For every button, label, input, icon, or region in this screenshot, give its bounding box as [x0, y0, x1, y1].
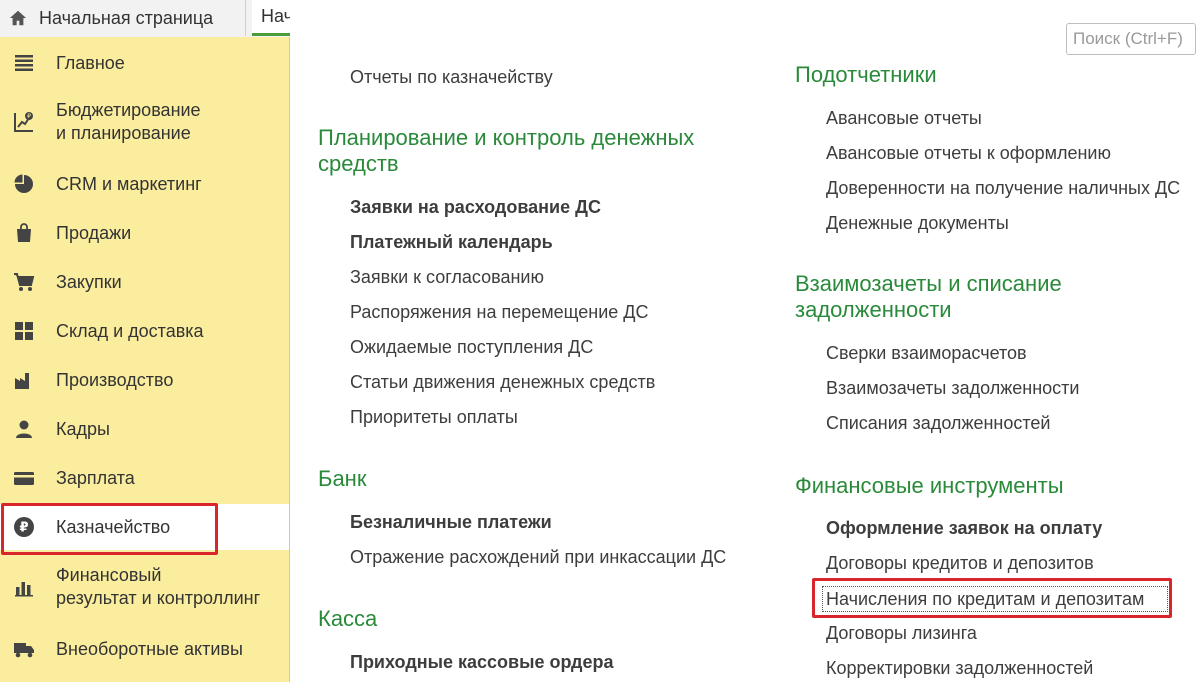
link-planning-item[interactable]: Распоряжения на перемещение ДС: [350, 301, 648, 323]
link-instruments-item-accruals[interactable]: Начисления по кредитам и депозитам: [826, 588, 1144, 610]
link-instruments-item[interactable]: Оформление заявок на оплату: [826, 517, 1102, 539]
link-treasury-reports[interactable]: Отчеты по казначейству: [350, 66, 553, 88]
menu-lines-icon: [13, 52, 35, 74]
tab-current[interactable]: Нач: [252, 0, 290, 36]
link-planning-item[interactable]: Приоритеты оплаты: [350, 406, 518, 428]
sidebar-item-label: Закупки: [56, 271, 122, 292]
sidebar-item-label: Кадры: [56, 418, 110, 439]
sidebar-item-label: CRM и маркетинг: [56, 173, 202, 194]
link-accountable-item[interactable]: Денежные документы: [826, 212, 1009, 234]
sidebar-item-label: Производство: [56, 369, 174, 390]
link-instruments-item[interactable]: Договоры кредитов и депозитов: [826, 552, 1094, 574]
sidebar-item-label: Зарплата: [56, 467, 135, 488]
section-title-bank: Банк: [318, 466, 367, 491]
wallet-card-icon: [13, 467, 35, 489]
link-accountable-item[interactable]: Авансовые отчеты: [826, 107, 982, 129]
sidebar-item-budgeting[interactable]: ₽ Бюджетирование и планирование: [0, 92, 289, 152]
home-icon: [9, 10, 27, 26]
budget-chart-icon: ₽: [13, 111, 35, 133]
search-input[interactable]: [1066, 23, 1196, 55]
link-accountable-item[interactable]: Доверенности на получение наличных ДС: [826, 177, 1180, 199]
tab-home-label: Начальная страница: [39, 7, 214, 28]
link-planning-item[interactable]: Статьи движения денежных средств: [350, 371, 655, 393]
link-cash-item[interactable]: Приходные кассовые ордера: [350, 651, 613, 673]
sidebar-item-label: Склад и доставка: [56, 320, 204, 341]
sidebar-item-crm[interactable]: CRM и маркетинг: [0, 165, 289, 203]
sidebar-item-fixed-assets[interactable]: Внеоборотные активы: [0, 630, 289, 668]
sidebar-item-label: Бюджетирование и планирование: [56, 100, 201, 143]
factory-icon: [13, 369, 35, 391]
shopping-bag-icon: [13, 222, 35, 244]
person-icon: [13, 418, 35, 440]
link-planning-item[interactable]: Заявки к согласованию: [350, 266, 544, 288]
sidebar-item-sales[interactable]: Продажи: [0, 214, 289, 252]
tab-home[interactable]: Начальная страница: [0, 0, 246, 36]
ruble-coin-icon: ₽: [13, 516, 35, 538]
link-bank-item[interactable]: Отражение расхождений при инкассации ДС: [350, 546, 726, 568]
link-instruments-item[interactable]: Корректировки задолженностей: [826, 657, 1093, 679]
svg-text:₽: ₽: [19, 521, 28, 536]
tab-current-label: Нач: [261, 6, 290, 26]
bar-chart-icon: [13, 576, 35, 598]
truck-icon: [13, 638, 35, 660]
sidebar-item-purchases[interactable]: Закупки: [0, 263, 289, 301]
sidebar-item-financial-result[interactable]: Финансовый результат и контроллинг: [0, 557, 289, 617]
sidebar-item-hr[interactable]: Кадры: [0, 410, 289, 448]
link-offsets-item[interactable]: Сверки взаиморасчетов: [826, 342, 1027, 364]
link-offsets-item[interactable]: Списания задолженностей: [826, 412, 1051, 434]
link-bank-item[interactable]: Безналичные платежи: [350, 511, 552, 533]
link-instruments-item[interactable]: Договоры лизинга: [826, 622, 977, 644]
link-planning-item[interactable]: Платежный календарь: [350, 231, 553, 253]
link-accountable-item[interactable]: Авансовые отчеты к оформлению: [826, 142, 1111, 164]
link-offsets-item[interactable]: Взаимозачеты задолженности: [826, 377, 1079, 399]
sidebar-item-production[interactable]: Производство: [0, 361, 289, 399]
warehouse-grid-icon: [13, 320, 35, 342]
svg-text:₽: ₽: [27, 113, 31, 120]
link-planning-item[interactable]: Ожидаемые поступления ДС: [350, 336, 593, 358]
section-title-instruments: Финансовые инструменты: [795, 473, 1064, 498]
sidebar-item-treasury[interactable]: ₽ Казначейство: [0, 504, 289, 550]
section-title-accountable: Подотчетники: [795, 62, 937, 87]
section-title-planning: Планирование и контроль денежных средств: [318, 125, 695, 176]
sidebar-item-label: Продажи: [56, 222, 132, 243]
link-planning-item[interactable]: Заявки на расходование ДС: [350, 196, 601, 218]
sidebar-item-label: Финансовый результат и контроллинг: [56, 565, 261, 608]
sidebar-item-label: Внеоборотные активы: [56, 638, 243, 659]
sidebar: Главное ₽ Бюджетирование и планирование …: [0, 37, 290, 682]
sidebar-item-warehouse[interactable]: Склад и доставка: [0, 312, 289, 350]
tab-bar: Начальная страница Нач: [0, 0, 290, 38]
pie-chart-icon: [13, 173, 35, 195]
section-title-cash: Касса: [318, 606, 378, 631]
shopping-cart-icon: [13, 271, 35, 293]
section-title-offsets: Взаимозачеты и списание задолженности: [795, 271, 1062, 322]
sidebar-item-main[interactable]: Главное: [0, 45, 289, 81]
sidebar-item-salary[interactable]: Зарплата: [0, 459, 289, 497]
sidebar-item-label: Главное: [56, 52, 125, 73]
sidebar-item-label: Казначейство: [56, 516, 171, 537]
